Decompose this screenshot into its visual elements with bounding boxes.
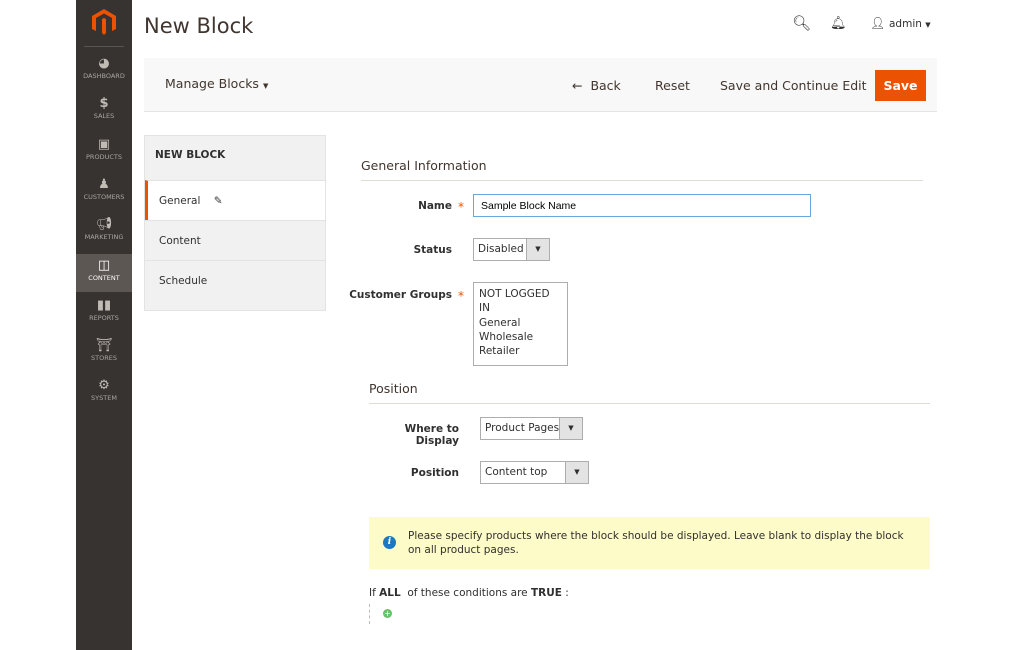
caret-down-icon: ▼ bbox=[262, 82, 269, 90]
nav-item-sales[interactable]: $ SALES bbox=[76, 92, 132, 130]
tab-content[interactable]: Content bbox=[145, 220, 325, 260]
status-select[interactable]: Disabled ▼ bbox=[473, 238, 550, 261]
magento-logo[interactable] bbox=[90, 8, 118, 36]
tabs-panel: NEW BLOCK General ✎ Content Schedule bbox=[144, 135, 326, 311]
conditions-line: If ALL of these conditions are TRUE : bbox=[369, 587, 569, 599]
value-toggle[interactable]: TRUE bbox=[531, 587, 562, 599]
layout-icon: ◫ bbox=[97, 257, 111, 273]
nav-item-stores[interactable]: ⛩ STORES bbox=[76, 334, 132, 372]
info-notice: i Please specify products where the bloc… bbox=[369, 517, 930, 569]
gauge-icon: ◕ bbox=[98, 56, 110, 71]
box-icon: ▣ bbox=[97, 136, 111, 152]
tab-label: General bbox=[159, 195, 201, 207]
section-title-position: Position bbox=[369, 381, 418, 396]
nav-label: SALES bbox=[93, 112, 115, 121]
cond-prefix: If bbox=[369, 587, 376, 599]
info-icon: i bbox=[383, 536, 396, 549]
megaphone-icon: 📢︎ bbox=[95, 217, 113, 233]
caret-down-icon: ▼ bbox=[925, 21, 931, 29]
customer-group-option[interactable]: NOT LOGGED IN bbox=[479, 287, 562, 316]
save-continue-button[interactable]: Save and Continue Edit bbox=[720, 78, 867, 93]
required-icon: * bbox=[458, 200, 464, 214]
nav-item-products[interactable]: ▣ PRODUCTS bbox=[76, 133, 132, 171]
position-select[interactable]: Content top ▼ bbox=[480, 461, 589, 484]
where-to-display-label: Where to Display bbox=[404, 423, 459, 447]
bell-icon[interactable]: 🔔︎ bbox=[830, 16, 847, 31]
conditions-tree-line bbox=[369, 604, 370, 624]
status-value: Disabled bbox=[478, 243, 524, 255]
nav-item-customers[interactable]: ♟ CUSTOMERS bbox=[76, 173, 132, 211]
username: admin bbox=[889, 18, 922, 30]
nav-label: CUSTOMERS bbox=[83, 192, 125, 201]
nav-label: MARKETING bbox=[84, 233, 124, 242]
bar-chart-icon: ▮▮ bbox=[96, 297, 112, 313]
position-value: Content top bbox=[485, 466, 548, 478]
nav-label: PRODUCTS bbox=[86, 152, 122, 161]
tab-general[interactable]: General ✎ bbox=[145, 180, 325, 220]
gear-icon: ⚙ bbox=[98, 378, 110, 394]
where-to-display-select[interactable]: Product Pages ▼ bbox=[480, 417, 583, 440]
nav-item-marketing[interactable]: 📢︎ MARKETING bbox=[76, 213, 132, 251]
nav-label: REPORTS bbox=[89, 313, 119, 322]
customer-group-option[interactable]: General bbox=[479, 316, 562, 330]
search-icon[interactable]: 🔍︎ bbox=[792, 14, 811, 32]
page-title: New Block bbox=[144, 14, 254, 38]
divider bbox=[369, 403, 930, 404]
reset-button[interactable]: Reset bbox=[655, 78, 690, 93]
chevron-down-icon: ▼ bbox=[559, 418, 582, 439]
back-label: Back bbox=[590, 78, 621, 93]
name-label: Name bbox=[418, 200, 452, 212]
nav-item-dashboard[interactable]: ◕ DASHBOARD bbox=[76, 52, 132, 90]
customer-groups-multiselect[interactable]: NOT LOGGED IN General Wholesale Retailer bbox=[473, 282, 568, 366]
dollar-icon: $ bbox=[99, 96, 109, 112]
tabs-title: NEW BLOCK bbox=[155, 149, 226, 161]
customer-group-option[interactable]: Retailer bbox=[479, 344, 562, 358]
position-label: Position bbox=[410, 467, 459, 479]
back-button[interactable]: ← Back bbox=[572, 78, 621, 93]
where-value: Product Pages bbox=[485, 422, 560, 434]
nav-label: CONTENT bbox=[88, 273, 120, 282]
section-title-general: General Information bbox=[361, 158, 487, 173]
manage-blocks-dropdown[interactable]: Manage Blocks ▼ bbox=[165, 76, 268, 91]
aggregator-toggle[interactable]: ALL bbox=[379, 587, 401, 599]
manage-blocks-label: Manage Blocks bbox=[165, 76, 259, 91]
customer-groups-label: Customer Groups bbox=[349, 289, 452, 301]
divider bbox=[84, 46, 124, 47]
nav-item-reports[interactable]: ▮▮ REPORTS bbox=[76, 294, 132, 332]
add-condition-icon[interactable]: + bbox=[383, 609, 392, 618]
required-icon: * bbox=[458, 289, 464, 303]
name-input[interactable] bbox=[473, 194, 811, 217]
chevron-down-icon: ▼ bbox=[565, 462, 588, 483]
admin-sidebar: ◕ DASHBOARD $ SALES ▣ PRODUCTS ♟ CUSTOMERS 📢︎ MAR… bbox=[76, 0, 132, 650]
notice-text: Please specify products where the block … bbox=[408, 530, 904, 556]
divider bbox=[361, 180, 923, 181]
nav-item-system[interactable]: ⚙ SYSTEM bbox=[76, 374, 132, 412]
nav-label: DASHBOARD bbox=[83, 72, 125, 80]
page-actions: Manage Blocks ▼ ← Back Reset Save and Co… bbox=[144, 58, 937, 112]
chevron-down-icon: ▼ bbox=[526, 239, 549, 260]
nav-item-content[interactable]: ◫ CONTENT bbox=[76, 253, 132, 292]
pencil-icon: ✎ bbox=[213, 195, 223, 207]
user-menu[interactable]: admin ▼ bbox=[889, 18, 931, 30]
person-icon: ♟ bbox=[98, 176, 110, 192]
arrow-left-icon: ← bbox=[572, 78, 583, 93]
status-label: Status bbox=[413, 244, 452, 256]
save-button[interactable]: Save bbox=[875, 70, 926, 101]
cond-middle: of these conditions are bbox=[407, 587, 528, 599]
nav-label: SYSTEM bbox=[91, 394, 117, 403]
cond-suffix: : bbox=[565, 587, 569, 599]
user-icon: 👤︎ bbox=[870, 16, 886, 30]
customer-group-option[interactable]: Wholesale bbox=[479, 330, 562, 344]
storefront-icon: ⛩ bbox=[95, 338, 113, 354]
nav-label: STORES bbox=[91, 354, 117, 363]
tab-schedule[interactable]: Schedule bbox=[145, 260, 325, 300]
